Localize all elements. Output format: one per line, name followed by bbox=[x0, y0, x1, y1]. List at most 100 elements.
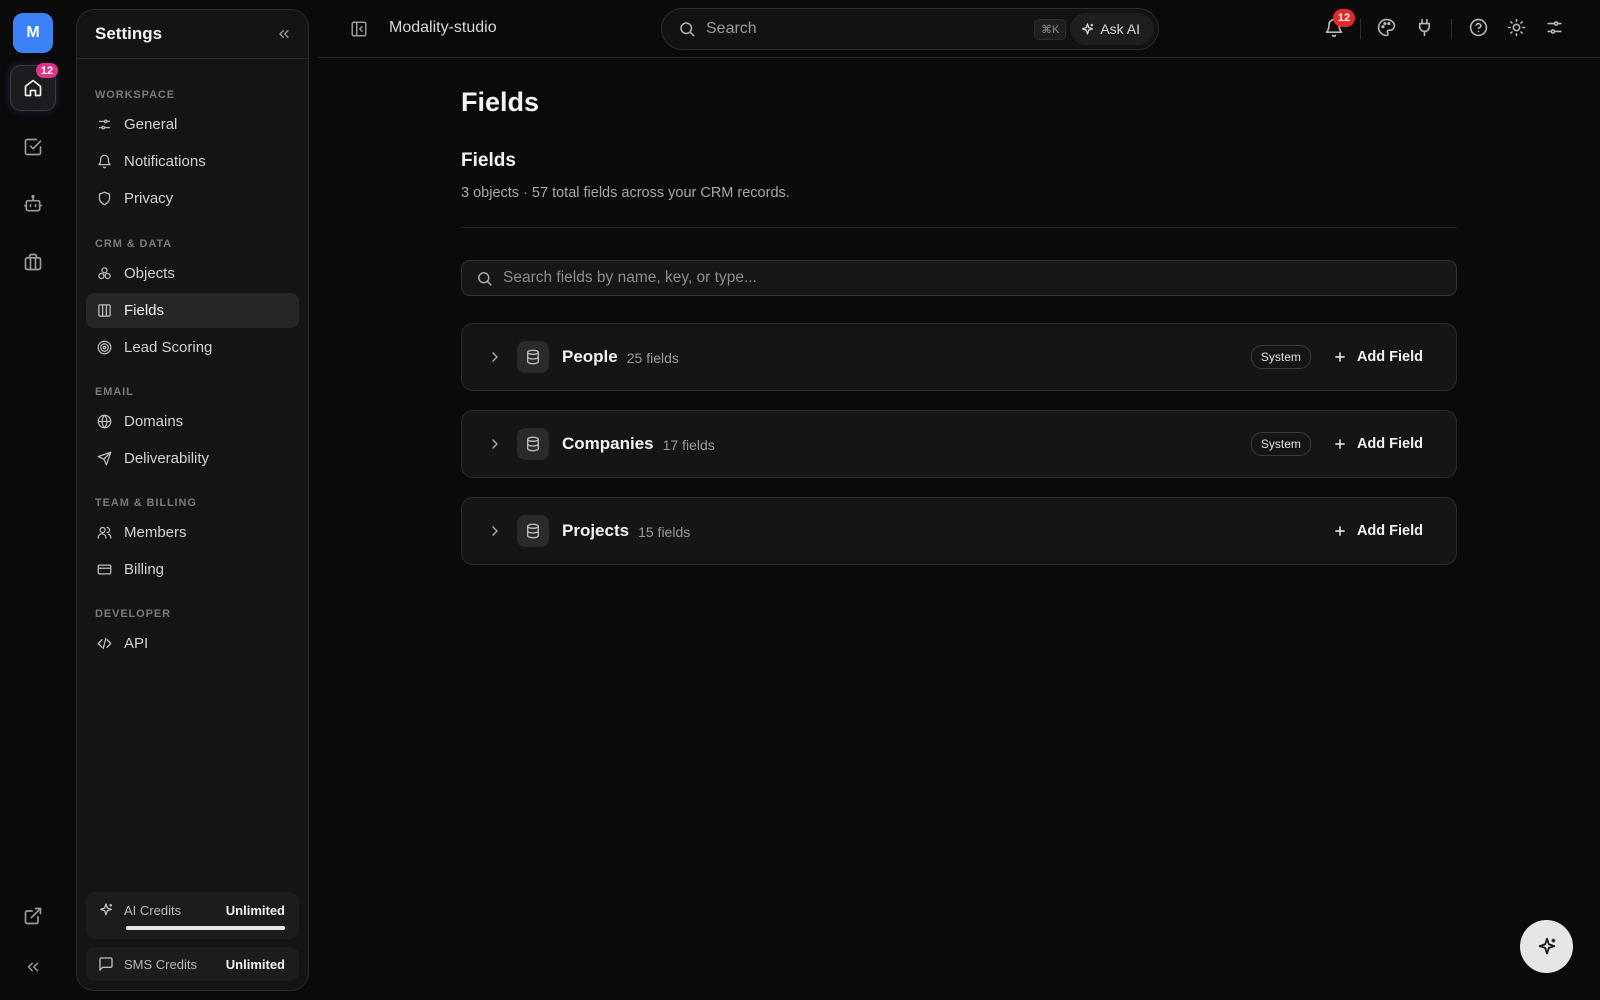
notification-badge: 12 bbox=[1333, 9, 1355, 27]
plus-icon bbox=[1335, 439, 1345, 449]
sidebar-item-lead-scoring[interactable]: Lead Scoring bbox=[86, 330, 299, 365]
sms-credits-card: SMS Credits Unlimited bbox=[86, 947, 299, 981]
sms-credits-value: Unlimited bbox=[225, 956, 285, 972]
external-link-icon bbox=[24, 907, 42, 925]
object-row-projects[interactable]: Projects 15 fields Add Field bbox=[461, 497, 1457, 565]
sliders-icon bbox=[96, 117, 112, 133]
bell-icon bbox=[96, 154, 112, 170]
sidebar-item-notifications[interactable]: Notifications bbox=[86, 144, 299, 179]
chevron-right-icon bbox=[492, 352, 498, 362]
sidebar-item-deliverability[interactable]: Deliverability bbox=[86, 441, 299, 476]
sidebar-item-label: Objects bbox=[124, 265, 175, 282]
object-name: Projects bbox=[562, 521, 630, 540]
theme-palette-button[interactable] bbox=[1377, 18, 1396, 37]
ai-credits-value: Unlimited bbox=[225, 902, 285, 918]
sidebar-panel-icon bbox=[351, 21, 367, 37]
workspace-name[interactable]: Modality-studio bbox=[389, 19, 497, 37]
sidebar-item-billing[interactable]: Billing bbox=[86, 552, 299, 587]
bots-button[interactable] bbox=[10, 181, 56, 227]
collapse-settings-button[interactable] bbox=[276, 26, 292, 42]
sidebar-item-members[interactable]: Members bbox=[86, 515, 299, 550]
chevrons-left-icon bbox=[279, 29, 289, 38]
global-search[interactable]: Search ⌘K Ask AI bbox=[661, 8, 1159, 50]
shield-icon bbox=[96, 191, 112, 207]
section-label-workspace: WORKSPACE bbox=[95, 89, 176, 101]
object-field-count: 17 fields bbox=[662, 437, 715, 453]
sidebar-item-domains[interactable]: Domains bbox=[86, 404, 299, 439]
search-icon bbox=[478, 271, 492, 286]
sidebar-item-api[interactable]: API bbox=[86, 626, 299, 661]
sidebar-item-label: Domains bbox=[124, 413, 184, 430]
open-external-button[interactable] bbox=[10, 893, 56, 939]
sparkles-icon bbox=[1082, 22, 1094, 34]
checkbox-icon bbox=[24, 138, 42, 156]
add-field-button[interactable]: Add Field bbox=[1333, 523, 1423, 539]
settings-title: Settings bbox=[95, 24, 163, 43]
app-rail: M 12 bbox=[0, 0, 67, 1000]
ai-assistant-button[interactable] bbox=[1520, 920, 1573, 973]
sidebar-item-label: Notifications bbox=[124, 153, 206, 170]
expand-button[interactable] bbox=[487, 523, 503, 539]
section-title: Fields bbox=[461, 150, 516, 171]
globe-icon bbox=[96, 414, 112, 430]
object-name: People bbox=[562, 347, 618, 366]
ask-ai-button[interactable]: Ask AI bbox=[1070, 13, 1154, 45]
section-label-email: EMAIL bbox=[95, 386, 134, 398]
projects-button[interactable] bbox=[10, 239, 56, 285]
sms-credits-label: SMS Credits bbox=[124, 956, 197, 972]
add-field-label: Add Field bbox=[1356, 523, 1423, 539]
add-field-button[interactable]: Add Field bbox=[1333, 436, 1423, 452]
settings-header: Settings bbox=[77, 10, 308, 59]
palette-icon bbox=[1377, 18, 1396, 37]
sidebar-item-general[interactable]: General bbox=[86, 107, 299, 142]
notifications-button[interactable]: 12 bbox=[1324, 9, 1355, 38]
page-title: Fields bbox=[461, 87, 540, 117]
expand-button[interactable] bbox=[487, 436, 503, 452]
sidebar-toggle-button[interactable] bbox=[350, 20, 368, 38]
object-field-count: 25 fields bbox=[626, 350, 679, 366]
send-icon bbox=[96, 451, 112, 467]
sidebar-item-objects[interactable]: Objects bbox=[86, 256, 299, 291]
sidebar-item-label: Billing bbox=[124, 561, 165, 578]
system-badge: System bbox=[1250, 345, 1311, 369]
chevron-right-icon bbox=[492, 439, 498, 449]
sidebar-item-privacy[interactable]: Privacy bbox=[86, 181, 299, 216]
divider bbox=[1360, 19, 1361, 39]
field-search-input[interactable] bbox=[503, 269, 1456, 287]
sidebar-item-label: Members bbox=[124, 524, 187, 541]
ai-credits-bar bbox=[126, 926, 285, 930]
add-field-button[interactable]: Add Field bbox=[1333, 349, 1423, 365]
plus-icon bbox=[1335, 352, 1345, 362]
theme-toggle-button[interactable] bbox=[1507, 18, 1526, 37]
system-badge: System bbox=[1250, 432, 1311, 456]
sidebar-item-label: Privacy bbox=[124, 190, 174, 207]
sidebar-item-fields[interactable]: Fields bbox=[86, 293, 299, 328]
integrations-button[interactable] bbox=[1415, 18, 1434, 37]
object-row-companies[interactable]: Companies 17 fields System Add Field bbox=[461, 410, 1457, 478]
columns-icon bbox=[96, 303, 112, 319]
target-icon bbox=[96, 340, 112, 356]
section-label-crm-data: CRM & DATA bbox=[95, 238, 173, 250]
expand-button[interactable] bbox=[487, 349, 503, 365]
workspace-avatar[interactable]: M bbox=[13, 13, 53, 53]
tasks-button[interactable] bbox=[10, 124, 56, 170]
object-row-people[interactable]: People 25 fields System Add Field bbox=[461, 323, 1457, 391]
sliders-icon bbox=[1547, 21, 1562, 34]
sidebar-item-label: API bbox=[124, 635, 149, 652]
preferences-button[interactable] bbox=[1545, 18, 1564, 37]
help-button[interactable] bbox=[1469, 18, 1488, 37]
database-icon bbox=[517, 428, 549, 460]
collapse-rail-button[interactable] bbox=[10, 944, 56, 990]
home-button[interactable]: 12 bbox=[10, 63, 58, 111]
ask-ai-label: Ask AI bbox=[1100, 21, 1140, 37]
object-field-count: 15 fields bbox=[638, 524, 691, 540]
ai-credits-fill bbox=[126, 926, 285, 930]
sun-icon bbox=[1507, 18, 1526, 37]
plus-icon bbox=[1335, 526, 1345, 536]
home-badge: 12 bbox=[36, 63, 58, 78]
object-name: Companies bbox=[562, 434, 654, 453]
field-search-box bbox=[461, 260, 1457, 296]
section-label-team-billing: TEAM & BILLING bbox=[95, 497, 197, 509]
search-icon bbox=[680, 22, 695, 37]
search-placeholder: Search bbox=[706, 20, 757, 37]
